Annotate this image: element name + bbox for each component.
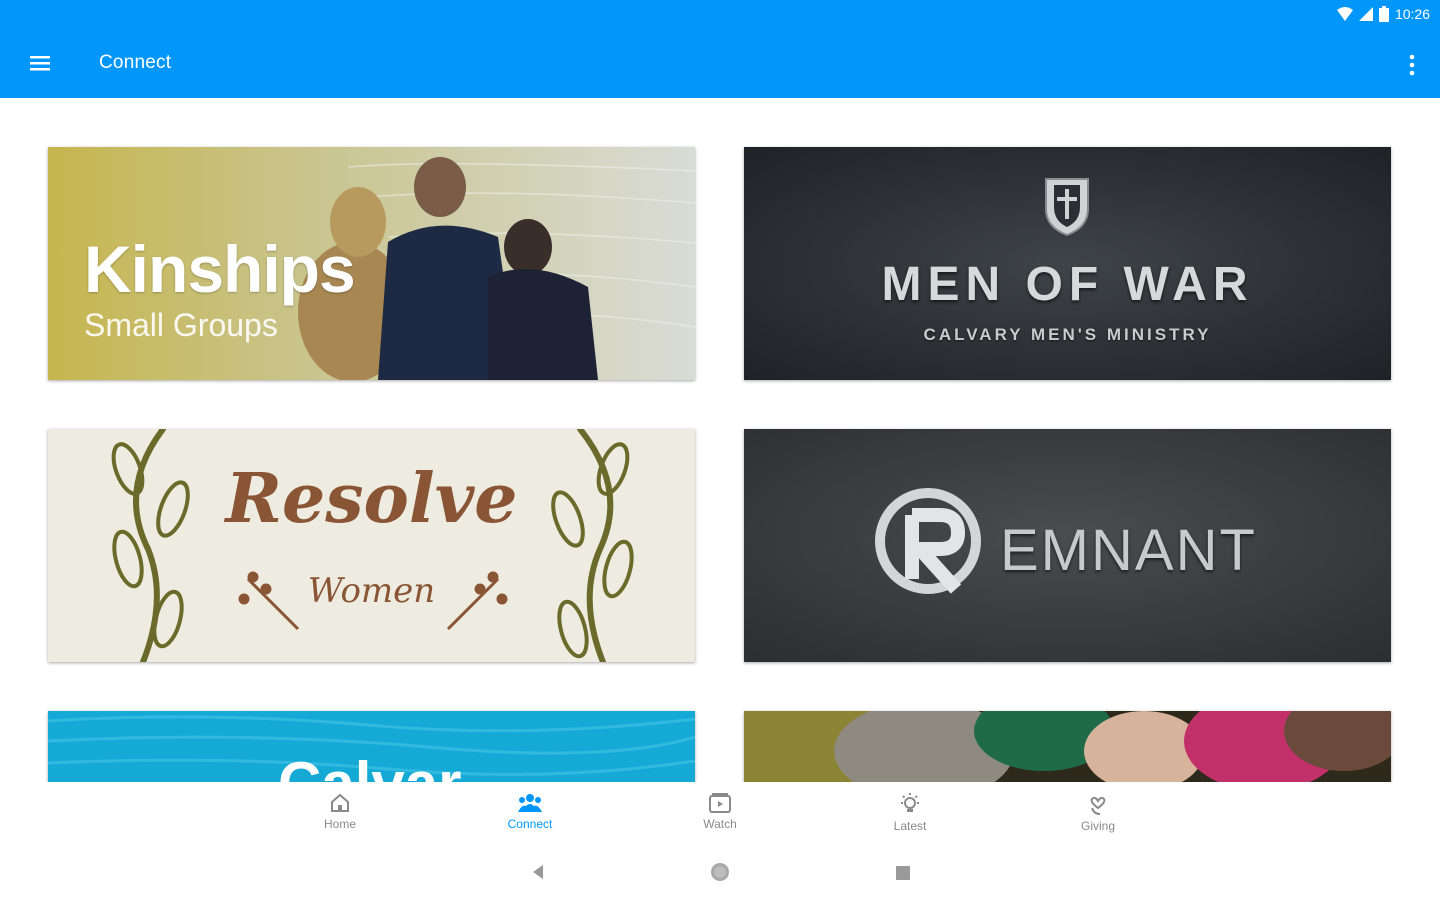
hand-heart-icon (1090, 796, 1106, 815)
nav-latest[interactable]: Latest (870, 792, 950, 833)
nav-home-label: Home (323, 817, 356, 831)
people-icon (518, 794, 542, 812)
calvary-title: Calvar (278, 749, 461, 782)
resolve-subtitle: Women (307, 571, 436, 611)
status-time: 10:26 (1394, 6, 1430, 22)
men-of-war-title: MEN OF WAR (881, 258, 1254, 311)
men-of-war-card[interactable]: MEN OF WAR CALVARY MEN'S MINISTRY (744, 147, 1391, 380)
home-icon (331, 793, 349, 812)
kinships-card[interactable]: Kinships Small Groups (48, 147, 695, 380)
nav-latest-label: Latest (893, 819, 927, 833)
status-icons: 10:26 (1336, 6, 1430, 22)
nav-connect[interactable]: Connect (490, 792, 570, 831)
men-of-war-subtitle: CALVARY MEN'S MINISTRY (923, 325, 1212, 344)
page-title: Connect (99, 52, 172, 73)
hands-photo-card[interactable] (744, 711, 1391, 782)
nav-giving[interactable]: Giving (1058, 792, 1138, 833)
remnant-title: EMNANT (1000, 518, 1257, 583)
resolve-card[interactable]: Resolve Women (48, 429, 695, 662)
nav-watch[interactable]: Watch (680, 792, 760, 831)
calvary-card[interactable]: Calvar (48, 711, 695, 782)
recents-icon[interactable] (896, 866, 910, 880)
bottom-navigation: Home Connect Watch Latest Giving (0, 782, 1440, 842)
resolve-title: Resolve (225, 459, 518, 539)
nav-connect-label: Connect (507, 817, 553, 831)
nav-watch-label: Watch (703, 817, 737, 831)
connect-grid: Kinships Small Groups MEN OF WAR CALVARY… (0, 98, 1440, 782)
lightbulb-icon (901, 793, 919, 812)
battery-icon (1378, 6, 1389, 22)
nav-home[interactable]: Home (300, 792, 380, 831)
status-bar: 10:26 (0, 0, 1440, 30)
app-bar: Connect (0, 30, 1440, 98)
more-vert-icon[interactable] (1406, 52, 1418, 78)
back-icon[interactable] (531, 864, 545, 880)
hands-photo-image (744, 711, 1391, 782)
wifi-icon (1336, 7, 1353, 21)
system-navigation-bar (0, 842, 1440, 900)
home-button-icon[interactable] (710, 862, 730, 882)
nav-giving-label: Giving (1080, 819, 1115, 833)
signal-icon (1358, 7, 1373, 21)
kinships-subtitle: Small Groups (84, 307, 278, 343)
play-icon (709, 793, 731, 813)
hamburger-menu-icon[interactable] (28, 52, 54, 76)
remnant-card[interactable]: EMNANT (744, 429, 1391, 662)
kinships-title: Kinships (84, 232, 356, 306)
